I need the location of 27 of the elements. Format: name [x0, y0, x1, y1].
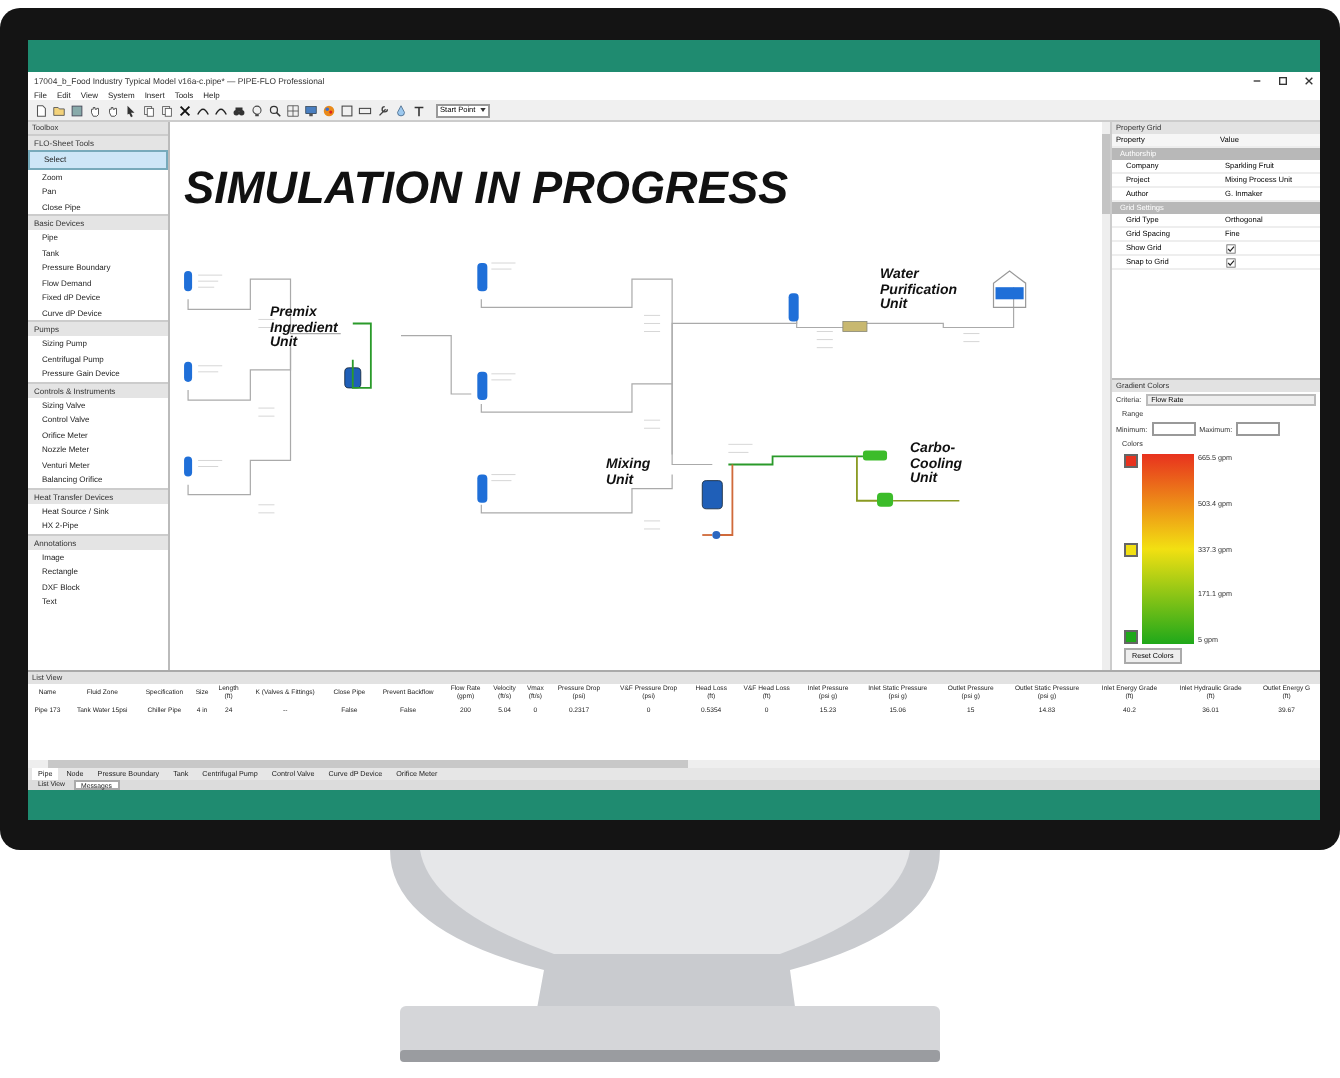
wrench-icon[interactable]: [376, 103, 390, 117]
caret-icon: [479, 108, 486, 112]
binoculars-icon[interactable]: [232, 103, 246, 117]
search-icon[interactable]: [268, 103, 282, 117]
hand-icon[interactable]: [106, 103, 120, 117]
bulb-icon[interactable]: [250, 103, 264, 117]
save-icon[interactable]: [70, 103, 84, 117]
checkbox[interactable]: [1225, 243, 1235, 253]
scrollbar[interactable]: [1102, 122, 1110, 670]
color-swatch[interactable]: [1124, 542, 1138, 556]
close-icon[interactable]: [178, 103, 192, 117]
palette-icon[interactable]: [322, 103, 336, 117]
checkbox[interactable]: [1225, 257, 1235, 267]
pointer-icon[interactable]: [124, 103, 138, 117]
rect-icon[interactable]: [358, 103, 372, 117]
color-swatch[interactable]: [1124, 630, 1138, 644]
minimize-icon[interactable]: [1252, 75, 1262, 85]
square-icon[interactable]: [340, 103, 354, 117]
input-field[interactable]: [1151, 422, 1196, 436]
hand-icon[interactable]: [88, 103, 102, 117]
close-icon[interactable]: [1304, 75, 1314, 85]
display-icon[interactable]: [304, 103, 318, 117]
restore-icon[interactable]: [1278, 75, 1288, 85]
color-swatch[interactable]: [1124, 454, 1138, 468]
banner-title: SIMULATION IN PROGRESS: [184, 162, 789, 213]
text-icon[interactable]: [412, 103, 426, 117]
input-field[interactable]: [1236, 422, 1281, 436]
